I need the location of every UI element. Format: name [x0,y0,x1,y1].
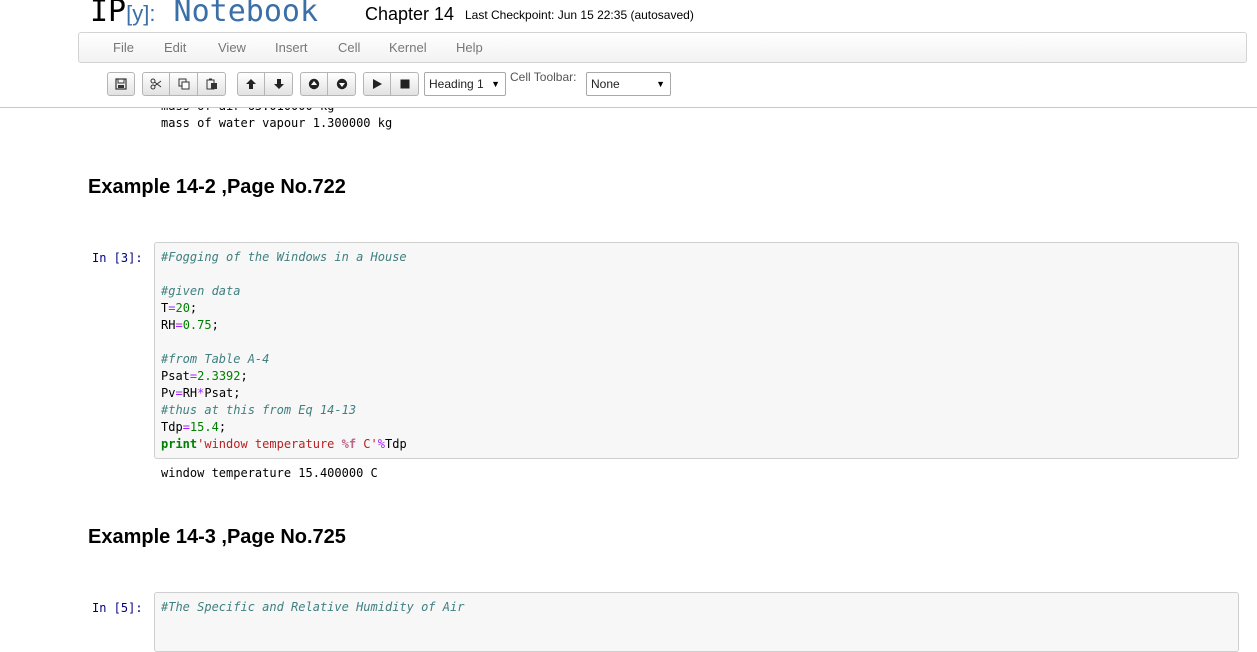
interrupt-kernel-button[interactable] [391,72,419,96]
cell-type-select[interactable]: Heading 1 ▼ [424,72,506,96]
code-line: #given data [161,284,241,298]
menu-help[interactable]: Help [456,33,483,62]
insert-cell-above-button[interactable] [300,72,328,96]
menubar: File Edit View Insert Cell Kernel Help [78,32,1247,63]
code-line: Psat=2.3392; [161,369,248,383]
input-prompt: In [3]: [92,251,143,265]
menu-file[interactable]: File [113,33,134,62]
cell-type-value: Heading 1 [429,77,484,91]
cell-toolbar-value: None [591,77,620,91]
code-line: RH=0.75; [161,318,219,332]
insert-above-icon [308,78,320,90]
code-line: Tdp=15.4; [161,420,227,434]
save-button[interactable] [107,72,135,96]
cell-output: window temperature 15.400000 C [161,466,378,480]
dropdown-arrow-icon: ▼ [656,79,665,89]
ipython-logo[interactable]: IP[y]: Notebook [90,0,318,30]
code-line: print'window temperature %f C'%Tdp [161,437,407,451]
code-line: Pv=RH*Psat; [161,386,241,400]
run-icon [373,79,382,89]
insert-cell-below-button[interactable] [328,72,356,96]
main-toolbar: Heading 1 ▼ Cell Toolbar: None ▼ [78,62,1245,104]
output-line: mass of water vapour 1.300000 kg [161,116,393,130]
heading-cell[interactable]: Example 14-2 ,Page No.722 [88,176,346,199]
run-cell-button[interactable] [363,72,391,96]
cut-button[interactable] [142,72,170,96]
menu-cell[interactable]: Cell [338,33,360,62]
logo-ip: IP [90,0,127,29]
code-line: #The Specific and Relative Humidity of A… [161,600,465,614]
stop-icon [400,79,409,89]
copy-button[interactable] [170,72,198,96]
menu-view[interactable]: View [218,33,246,62]
code-cell-input[interactable]: #Fogging of the Windows in a House #give… [154,242,1239,459]
code-line: T=20; [161,301,198,315]
move-up-icon [246,79,256,89]
input-prompt: In [5]: [92,601,143,615]
code-line: #Fogging of the Windows in a House [161,250,407,264]
notebook-header: IP[y]: Notebook Chapter 14 Last Checkpoi… [0,0,1257,108]
paste-button[interactable] [198,72,226,96]
move-down-icon [273,79,284,89]
paste-icon [206,78,217,90]
move-up-button[interactable] [237,72,265,96]
menu-insert[interactable]: Insert [275,33,308,62]
logo-y: [y]: [126,1,156,26]
notebook-name[interactable]: Chapter 14 [365,2,454,26]
cell-toolbar-select[interactable]: None ▼ [586,72,671,96]
save-icon [115,78,127,90]
dropdown-arrow-icon: ▼ [491,79,500,89]
cut-icon [150,78,162,90]
cell-toolbar-label: Cell Toolbar: [510,70,577,84]
code-cell-input[interactable]: #The Specific and Relative Humidity of A… [154,592,1239,652]
menu-kernel[interactable]: Kernel [389,33,427,62]
menu-edit[interactable]: Edit [164,33,186,62]
logo-notebook: Notebook [173,0,319,29]
code-line: #from Table A-4 [161,352,270,366]
checkpoint-status: Last Checkpoint: Jun 15 22:35 (autosaved… [465,8,694,22]
heading-cell[interactable]: Example 14-3 ,Page No.725 [88,526,346,549]
move-down-button[interactable] [265,72,293,96]
copy-icon [178,78,189,90]
insert-below-icon [336,78,347,90]
code-line: #thus at this from Eq 14-13 [161,403,357,417]
